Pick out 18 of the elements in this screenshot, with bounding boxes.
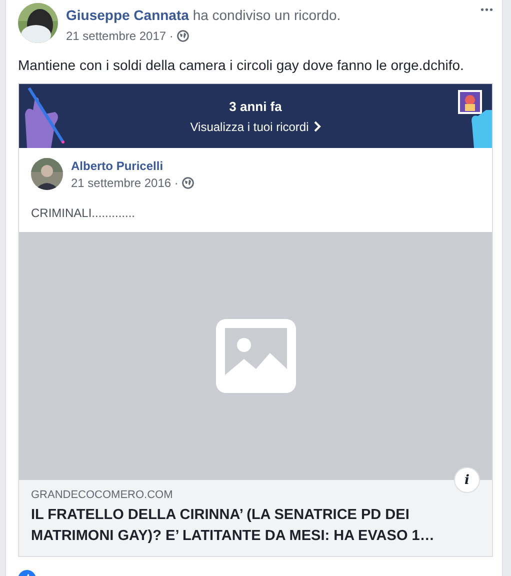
post-date[interactable]: 21 settembre 2017 · [66,29,174,43]
post-header-text: Giuseppe Cannata ha condiviso un ricordo. [66,7,341,23]
globe-icon [177,30,190,42]
link-domain: GRANDECOCOMERO.COM [31,489,174,501]
globe-icon [182,176,194,188]
link-title[interactable]: IL FRATELLO DELLA CIRINNA’ (LA SENATRICE PD DEI MATRIMONI GAY)? E’ LATITANTE DA MESI: HA EVASO 1… [31,505,480,547]
post-date[interactable]: 21 settembre 2016 · [71,176,178,190]
chevron-icon [314,121,321,132]
more-options-icon[interactable]: ••• [480,5,494,16]
view-memories-link[interactable]: Visualizza i tuoi ricordi [190,120,321,134]
avatar[interactable] [18,3,58,43]
post-text: CRIMINALI............. [31,206,136,220]
image-icon [216,319,296,393]
post-text: Mantiene con i soldi della camera i circoli gay dove fanno le orge.dchifo. [18,57,465,73]
memory-title: 3 anni fa [229,98,282,114]
author-name[interactable]: Alberto Puricelli [71,158,194,172]
avatar[interactable] [31,158,63,190]
info-button[interactable]: i [454,467,480,493]
